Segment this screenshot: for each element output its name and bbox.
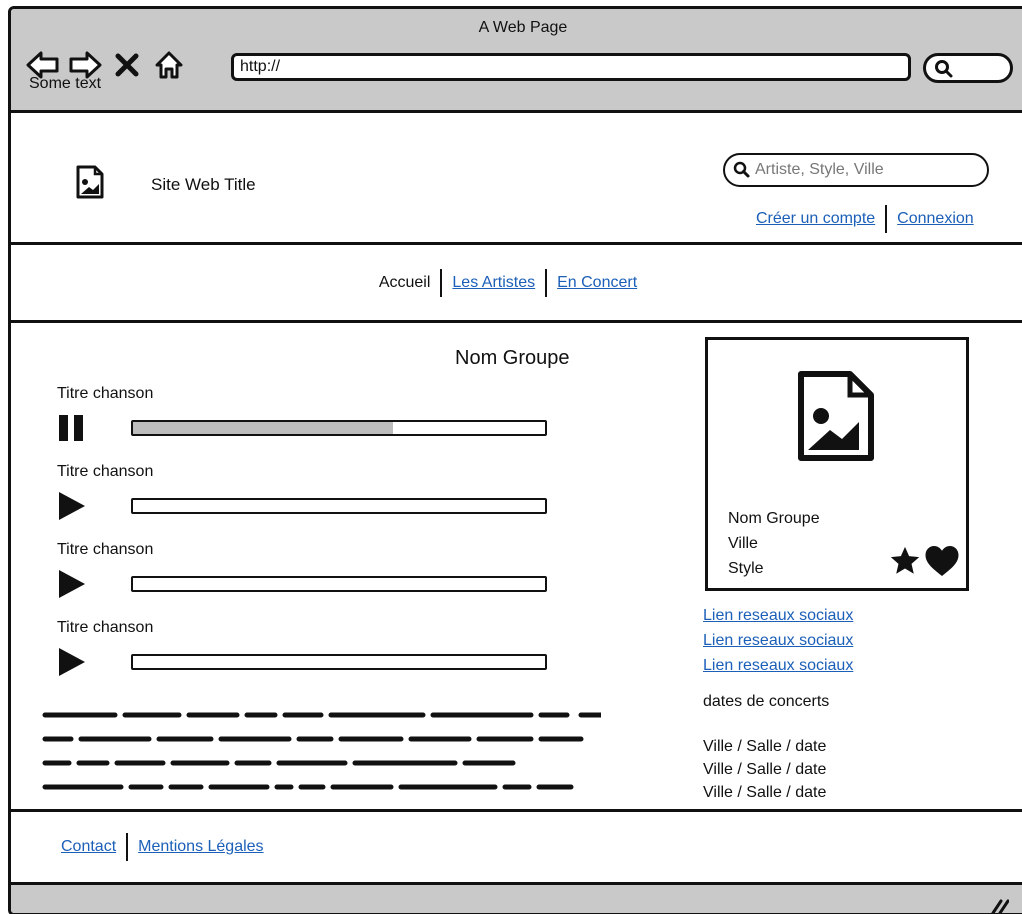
- nav-artists-link[interactable]: Les Artistes: [452, 274, 535, 292]
- url-bar[interactable]: http://: [231, 53, 911, 81]
- track-progress-bar[interactable]: [131, 498, 547, 514]
- track-item: Titre chanson: [57, 385, 557, 443]
- band-name-heading: Nom Groupe: [455, 347, 570, 369]
- concert-date-item: Ville / Salle / date: [703, 761, 827, 778]
- site-search-box: [723, 153, 989, 187]
- logo-image-icon: [75, 165, 105, 204]
- track-item: Titre chanson: [57, 541, 557, 599]
- concert-dates-list: Ville / Salle / date Ville / Salle / dat…: [703, 735, 826, 804]
- home-icon[interactable]: [151, 47, 187, 83]
- play-icon[interactable]: [57, 647, 97, 677]
- stop-x-icon[interactable]: [109, 47, 145, 83]
- divider: [885, 205, 888, 233]
- site-title: Site Web Title: [151, 175, 256, 194]
- resize-grip-icon[interactable]: [987, 895, 1010, 913]
- concert-dates-heading: dates de concerts: [703, 693, 830, 710]
- divider: [545, 268, 548, 297]
- band-image-icon: [796, 370, 876, 467]
- account-links: Créer un compte Connexion: [756, 205, 974, 233]
- card-city: Ville: [728, 535, 758, 552]
- site-footer: Contact Mentions Légales: [11, 809, 1022, 885]
- legal-notice-link[interactable]: Mentions Légales: [138, 838, 263, 856]
- main-navigation: Accueil Les Artistes En Concert: [11, 245, 1022, 323]
- star-icon[interactable]: [888, 544, 922, 583]
- track-title: Titre chanson: [57, 463, 154, 480]
- concert-date-item: Ville / Salle / date: [703, 784, 827, 801]
- divider: [440, 268, 443, 297]
- search-icon: [733, 161, 750, 178]
- progress-fill: [133, 422, 393, 434]
- track-item: Titre chanson: [57, 463, 557, 521]
- heart-icon[interactable]: [924, 544, 960, 583]
- band-card: Nom Groupe Ville Style: [705, 337, 969, 591]
- card-style: Style: [728, 560, 764, 577]
- track-progress-bar[interactable]: [131, 420, 547, 436]
- track-title: Titre chanson: [57, 619, 154, 636]
- contact-link[interactable]: Contact: [61, 838, 116, 856]
- chrome-caption-text: Some text: [29, 75, 102, 92]
- concert-date-item: Ville / Salle / date: [703, 738, 827, 755]
- create-account-link[interactable]: Créer un compte: [756, 210, 875, 228]
- social-link[interactable]: Lien reseaux sociaux: [703, 603, 853, 628]
- track-title: Titre chanson: [57, 385, 154, 402]
- browser-status-bar: [11, 885, 1022, 913]
- track-progress-bar[interactable]: [131, 576, 547, 592]
- browser-search-field[interactable]: [923, 53, 1013, 83]
- search-input[interactable]: [755, 161, 975, 179]
- band-card-details: Nom Groupe Ville Style: [728, 506, 820, 581]
- social-links: Lien reseaux sociaux Lien reseaux sociau…: [703, 603, 853, 678]
- browser-window: A Web Page Some text http:// Site Web Ti…: [8, 6, 1022, 914]
- track-progress-bar[interactable]: [131, 654, 547, 670]
- play-icon[interactable]: [57, 491, 97, 521]
- window-title: A Web Page: [478, 19, 568, 36]
- divider: [126, 833, 129, 861]
- play-icon[interactable]: [57, 569, 97, 599]
- nav-home[interactable]: Accueil: [379, 274, 431, 292]
- nav-concerts-link[interactable]: En Concert: [557, 274, 637, 292]
- pause-icon[interactable]: [57, 413, 97, 443]
- track-title: Titre chanson: [57, 541, 154, 558]
- social-link[interactable]: Lien reseaux sociaux: [703, 628, 853, 653]
- social-link[interactable]: Lien reseaux sociaux: [703, 653, 853, 678]
- site-header: Site Web Title Créer un compte Connexion: [11, 113, 1022, 245]
- card-actions: [888, 544, 960, 583]
- search-icon: [935, 60, 953, 78]
- browser-chrome: A Web Page Some text http://: [11, 9, 1022, 113]
- track-item: Titre chanson: [57, 619, 557, 677]
- placeholder-text-block: [41, 695, 601, 805]
- login-link[interactable]: Connexion: [897, 210, 974, 228]
- card-band-name: Nom Groupe: [728, 510, 820, 527]
- main-content: Nom Groupe Titre chanson Titre chanson T…: [11, 323, 1022, 809]
